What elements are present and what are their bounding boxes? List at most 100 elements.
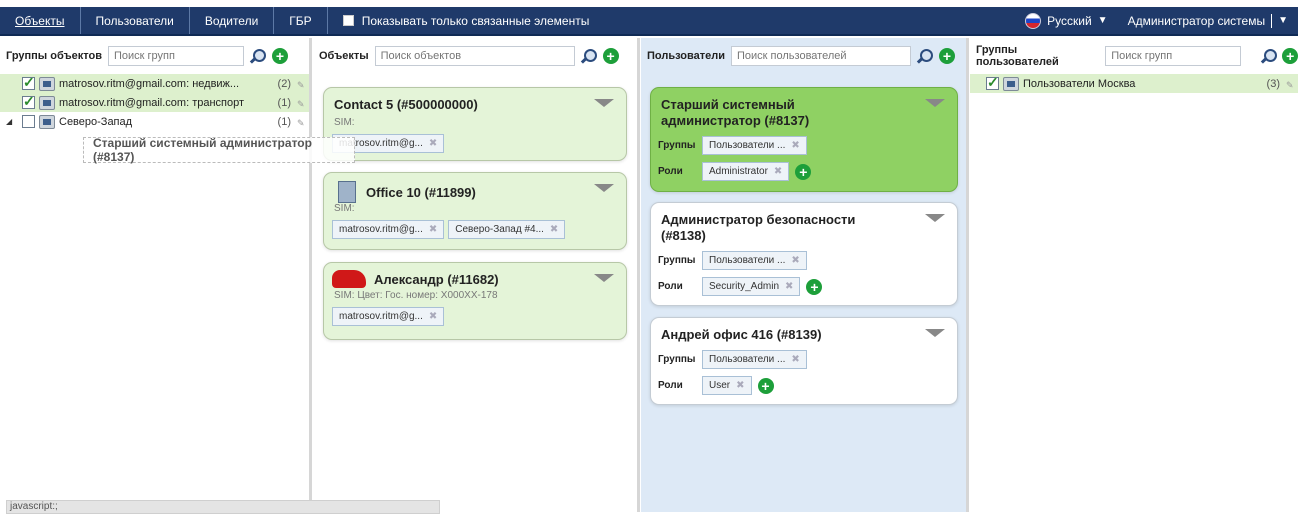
users-header: Пользователи + bbox=[641, 38, 966, 74]
remove-icon[interactable]: ✖ bbox=[785, 281, 793, 292]
object-card-sim: SIM: bbox=[334, 203, 355, 214]
edit-icon[interactable]: ✎ bbox=[297, 80, 305, 90]
dropdown-arrow-icon[interactable] bbox=[925, 329, 945, 337]
remove-icon[interactable]: ✖ bbox=[774, 166, 782, 177]
users-search-input[interactable] bbox=[731, 46, 912, 66]
dropdown-arrow-icon[interactable] bbox=[925, 99, 945, 107]
objects-search-input[interactable] bbox=[374, 46, 575, 66]
search-icon[interactable] bbox=[250, 48, 266, 64]
object-card-header: Office 10 (#11899) bbox=[338, 181, 626, 203]
remove-icon[interactable]: ✖ bbox=[791, 255, 799, 266]
object-card[interactable]: Александр (#11682) SIM: Цвет: Гос. номер… bbox=[323, 262, 627, 340]
user-group-icon bbox=[1003, 76, 1019, 91]
add-icon[interactable]: + bbox=[939, 48, 956, 64]
object-groups-search-input[interactable] bbox=[107, 46, 244, 66]
top-right-menu: Русский ▼ Администратор системы ▼ bbox=[1025, 12, 1298, 29]
house-icon bbox=[39, 76, 55, 91]
group-chip[interactable]: Пользователи ... ✖ bbox=[702, 251, 807, 270]
remove-icon[interactable]: ✖ bbox=[791, 354, 799, 365]
user-card[interactable]: Старший системный администратор (#8137) … bbox=[650, 87, 958, 192]
tree-row-label: matrosov.ritm@gmail.com: транспорт bbox=[59, 96, 245, 109]
user-groups-row: Группы Пользователи ... ✖ bbox=[658, 251, 957, 270]
add-icon[interactable]: + bbox=[1282, 48, 1298, 64]
checkbox[interactable] bbox=[986, 74, 999, 91]
search-icon[interactable] bbox=[581, 48, 597, 64]
tree-row[interactable]: Пользователи Москва (3) ✎ bbox=[970, 74, 1298, 93]
dropdown-arrow-icon[interactable] bbox=[594, 184, 614, 192]
add-role-icon[interactable]: + bbox=[795, 163, 812, 180]
search-icon[interactable] bbox=[917, 48, 934, 64]
tree-row[interactable]: ◢ Северо-Запад (1) ✎ bbox=[0, 112, 309, 131]
users-panel: Пользователи + Старший системный админис… bbox=[641, 38, 969, 512]
search-icon[interactable] bbox=[1261, 48, 1277, 64]
edit-icon[interactable]: ✎ bbox=[1286, 80, 1294, 90]
group-chip[interactable]: Северо-Запад #4... ✖ bbox=[448, 220, 566, 239]
user-groups-header: Группы пользователей + bbox=[970, 38, 1298, 74]
remove-icon[interactable]: ✖ bbox=[429, 224, 437, 235]
remove-icon[interactable]: ✖ bbox=[791, 140, 799, 151]
tab-users[interactable]: Пользователи bbox=[81, 7, 190, 34]
edit-icon[interactable]: ✎ bbox=[297, 99, 305, 109]
user-card[interactable]: Андрей офис 416 (#8139) Группы Пользоват… bbox=[650, 317, 958, 405]
user-menu[interactable]: Администратор системы bbox=[1128, 14, 1266, 28]
house-icon bbox=[39, 114, 55, 129]
remove-icon[interactable]: ✖ bbox=[429, 138, 437, 149]
edit-icon[interactable]: ✎ bbox=[297, 118, 305, 128]
drag-ghost: Старший системный администратор (#8137) bbox=[83, 136, 355, 164]
checkbox[interactable] bbox=[22, 74, 35, 91]
remove-icon[interactable]: ✖ bbox=[550, 224, 558, 235]
object-card-title: Contact 5 (#500000000) bbox=[334, 97, 478, 112]
tree-row-count: (3) bbox=[1266, 77, 1280, 90]
dropdown-arrow-icon[interactable] bbox=[925, 214, 945, 222]
chip-label: matrosov.ritm@g... bbox=[339, 224, 423, 235]
language-selector[interactable]: Русский bbox=[1047, 14, 1092, 28]
chip-label: matrosov.ritm@g... bbox=[339, 311, 423, 322]
user-roles-row: Роли User ✖ + bbox=[658, 376, 957, 395]
user-roles-row: Роли Security_Admin ✖ + bbox=[658, 277, 957, 296]
tree-row-label: Северо-Запад bbox=[59, 115, 133, 128]
remove-icon[interactable]: ✖ bbox=[736, 380, 744, 391]
expand-arrow-icon[interactable]: ◢ bbox=[6, 117, 12, 126]
add-role-icon[interactable]: + bbox=[757, 377, 774, 394]
tab-gbr[interactable]: ГБР bbox=[274, 7, 328, 34]
tab-objects[interactable]: Объекты bbox=[0, 7, 81, 34]
object-card-chips: matrosov.ritm@g... ✖ bbox=[332, 134, 626, 153]
checkbox[interactable] bbox=[22, 93, 35, 110]
user-card[interactable]: Администратор безопасности (#8138) Групп… bbox=[650, 202, 958, 306]
tab-drivers[interactable]: Водители bbox=[190, 7, 275, 34]
user-groups-row: Группы Пользователи ... ✖ bbox=[658, 350, 957, 369]
checkbox[interactable] bbox=[22, 115, 35, 128]
object-card-header: Александр (#11682) bbox=[332, 270, 626, 288]
group-chip[interactable]: Пользователи ... ✖ bbox=[702, 350, 807, 369]
dropdown-arrow-icon[interactable] bbox=[594, 274, 614, 282]
add-role-icon[interactable]: + bbox=[806, 278, 823, 295]
object-card-sim: SIM: Цвет: Гос. номер: Х000ХХ-178 bbox=[334, 290, 498, 301]
show-linked-checkbox[interactable] bbox=[342, 15, 354, 26]
chevron-down-icon[interactable]: ▼ bbox=[1098, 15, 1108, 26]
add-icon[interactable]: + bbox=[602, 48, 619, 64]
role-chip[interactable]: User ✖ bbox=[702, 376, 752, 395]
user-menu-chevron-icon[interactable]: ▼ bbox=[1278, 15, 1288, 26]
tree-row[interactable]: matrosov.ritm@gmail.com: недвиж... (2) ✎ bbox=[0, 74, 309, 93]
object-card-chips: matrosov.ritm@g... ✖ bbox=[332, 307, 626, 326]
user-groups-title: Группы пользователей bbox=[976, 44, 1059, 68]
russian-flag-icon bbox=[1025, 12, 1042, 29]
role-chip[interactable]: Security_Admin ✖ bbox=[702, 277, 801, 296]
roles-label: Роли bbox=[658, 281, 683, 292]
object-card[interactable]: Contact 5 (#500000000) SIM: matrosov.rit… bbox=[323, 87, 627, 161]
show-linked-toggle[interactable]: Показывать только связанные элементы bbox=[328, 14, 589, 28]
user-groups-search-input[interactable] bbox=[1105, 46, 1242, 66]
remove-icon[interactable]: ✖ bbox=[429, 311, 437, 322]
group-chip[interactable]: matrosov.ritm@g... ✖ bbox=[332, 307, 445, 326]
group-chip[interactable]: matrosov.ritm@g... ✖ bbox=[332, 220, 445, 239]
object-card[interactable]: Office 10 (#11899) SIM: matrosov.ritm@g.… bbox=[323, 172, 627, 250]
role-chip[interactable]: Administrator ✖ bbox=[702, 162, 790, 181]
server-icon bbox=[338, 181, 356, 203]
dropdown-arrow-icon[interactable] bbox=[594, 99, 614, 107]
object-card-title: Office 10 (#11899) bbox=[366, 184, 476, 200]
object-groups-panel: Группы объектов + matrosov.ritm@gmail.co… bbox=[0, 38, 312, 512]
tree-row[interactable]: matrosov.ritm@gmail.com: транспорт (1) ✎ bbox=[0, 93, 309, 112]
group-chip[interactable]: Пользователи ... ✖ bbox=[702, 136, 807, 155]
add-icon[interactable]: + bbox=[271, 48, 288, 64]
chip-label: Security_Admin bbox=[709, 281, 780, 292]
